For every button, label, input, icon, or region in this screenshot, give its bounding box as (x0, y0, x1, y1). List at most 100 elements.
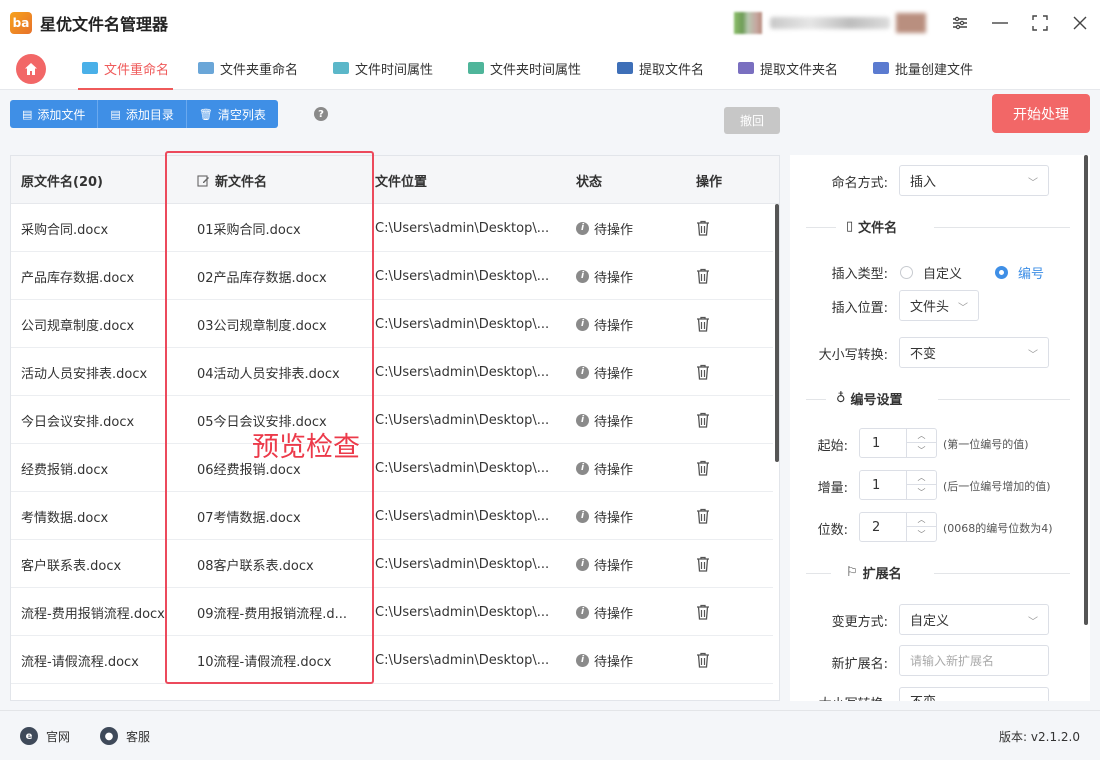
version-text: 版本: v2.1.2.0 (999, 730, 1080, 744)
tab-batch-create[interactable]: 批量创建文件 (873, 46, 973, 90)
step-stepper[interactable]: 1 ︿ ﹀ (859, 470, 937, 500)
delete-icon[interactable] (696, 636, 726, 684)
increment-icon[interactable]: ︿ (907, 513, 936, 527)
delete-icon[interactable] (696, 204, 726, 252)
new-extension-input[interactable]: 请输入新扩展名 (899, 645, 1049, 676)
table-row[interactable]: 公司规章制度.docx 03公司规章制度.docx C:\Users\admin\D… (11, 300, 773, 348)
delete-icon[interactable] (696, 396, 726, 444)
ext-change-mode-select[interactable]: 自定义 ﹀ (899, 604, 1049, 635)
clear-list-button[interactable]: 🗑 清空列表 (186, 100, 278, 128)
start-label: 起始: (817, 439, 848, 454)
ext-case-conversion-select[interactable]: 不变 (899, 687, 1049, 701)
file-time-icon (333, 62, 349, 74)
tab-bar: 文件重命名 文件夹重命名 文件时间属性 文件夹时间属性 提取文件名 提取文件夹名… (0, 46, 1100, 90)
location-text: C:\Users\admin\Desktop\... (375, 220, 550, 236)
user-name-blurred[interactable] (770, 17, 890, 29)
location-cell: C:\Users\admin\Desktop\... (375, 588, 555, 636)
start-stepper[interactable]: 1 ︿ ﹀ (859, 428, 937, 458)
delete-icon[interactable] (696, 492, 726, 540)
decrement-icon[interactable]: ﹀ (907, 443, 936, 457)
radio-numbering[interactable]: 编号 (995, 263, 1044, 282)
table-row-partial[interactable] (11, 684, 773, 700)
digits-stepper[interactable]: 2 ︿ ﹀ (859, 512, 937, 542)
tab-extract-foldername[interactable]: 提取文件夹名 (738, 46, 838, 90)
table-scrollbar[interactable] (775, 204, 779, 462)
extension-section-title: 扩展名 (862, 567, 902, 582)
insert-position-select[interactable]: 文件头 ﹀ (899, 290, 979, 321)
home-button[interactable] (16, 54, 46, 84)
panel-scrollbar[interactable] (1084, 155, 1088, 625)
table-row[interactable]: 今日会议安排.docx 05今日会议安排.docx C:\Users\admin\D… (11, 396, 773, 444)
case-conversion-select[interactable]: 不变 ﹀ (899, 337, 1049, 368)
increment-icon[interactable]: ︿ (907, 471, 936, 485)
location-text: C:\Users\admin\Desktop\... (375, 460, 550, 476)
table-row[interactable]: 活动人员安排表.docx 04活动人员安排表.docx C:\Users\admin… (11, 348, 773, 396)
header-new-name[interactable]: 新文件名 (197, 156, 267, 204)
tab-folder-rename[interactable]: 文件夹重命名 (198, 46, 298, 90)
new-extension-label: 新扩展名: (831, 657, 888, 672)
status-text: 待操作 (594, 414, 634, 430)
table-row[interactable]: 采购合同.docx 01采购合同.docx C:\Users\admin\Deskt… (11, 204, 773, 252)
delete-icon[interactable] (696, 444, 726, 492)
original-name-cell: 采购合同.docx (21, 222, 109, 238)
table-row[interactable]: 产品库存数据.docx 02产品库存数据.docx C:\Users\admin\D… (11, 252, 773, 300)
table-row[interactable]: 流程-费用报销流程.docx 09流程-费用报销流程.d... C:\Users\a… (11, 588, 773, 636)
medal-icon: ♁ (836, 391, 846, 406)
tab-label: 提取文件名 (639, 62, 705, 78)
minimize-icon[interactable] (980, 0, 1020, 46)
delete-icon[interactable] (696, 588, 726, 636)
add-directory-button[interactable]: ▤ 添加目录 (98, 100, 187, 128)
delete-icon[interactable] (696, 540, 726, 588)
table-row[interactable]: 经费报销.docx 06经费报销.docx C:\Users\admin\Deskt… (11, 444, 773, 492)
decrement-icon[interactable]: ﹀ (907, 485, 936, 499)
user-avatar[interactable] (734, 12, 762, 34)
naming-mode-select[interactable]: 插入 ﹀ (899, 165, 1049, 196)
add-file-button[interactable]: ▤ 添加文件 (10, 100, 99, 128)
original-name-cell: 流程-费用报销流程.docx (21, 606, 165, 622)
delete-icon[interactable] (696, 692, 726, 700)
header-location[interactable]: 文件位置 (375, 156, 427, 204)
location-text: C:\Users\admin\Desktop\... (375, 508, 550, 524)
new-name-text: 02产品库存数据.docx (197, 270, 327, 286)
chevron-down-icon: ﹀ (1028, 178, 1038, 189)
chevron-down-icon: ﹀ (1028, 350, 1038, 361)
settings-panel: 命名方式: 插入 ﹀ ▯ 文件名 插入类型: 自定义 编号 插入位置: 文件头 ﹀… (790, 155, 1090, 701)
decrement-icon[interactable]: ﹀ (907, 527, 936, 541)
numbering-section-title: 编号设置 (850, 393, 903, 408)
app-logo-icon: ba (10, 12, 32, 34)
delete-icon[interactable] (696, 348, 726, 396)
status-cell: i 待操作 (576, 396, 676, 444)
table-row[interactable]: 流程-请假流程.docx 10流程-请假流程.docx C:\Users\admin… (11, 636, 773, 684)
start-processing-button[interactable]: 开始处理 (992, 94, 1090, 133)
tab-file-time[interactable]: 文件时间属性 (333, 46, 433, 90)
increment-icon[interactable]: ︿ (907, 429, 936, 443)
delete-icon[interactable] (696, 252, 726, 300)
new-name-text: 01采购合同.docx (197, 222, 301, 238)
info-icon: i (576, 605, 589, 619)
support-link[interactable]: ● 客服 (100, 727, 150, 745)
add-file-label: 添加文件 (37, 107, 86, 122)
header-status[interactable]: 状态 (576, 156, 602, 204)
close-icon[interactable] (1060, 0, 1100, 46)
tab-file-rename[interactable]: 文件重命名 (78, 46, 174, 90)
header-original-name[interactable]: 原文件名(20) (21, 156, 103, 204)
settings-icon[interactable] (940, 0, 980, 46)
step-value: 1 (872, 478, 881, 493)
table-row[interactable]: 考情数据.docx 07考情数据.docx C:\Users\admin\Deskt… (11, 492, 773, 540)
clear-list-label: 清空列表 (217, 107, 266, 122)
chevron-down-icon: ﹀ (958, 303, 968, 314)
website-link[interactable]: e 官网 (20, 727, 70, 745)
radio-custom[interactable]: 自定义 (900, 263, 962, 282)
info-icon: i (576, 557, 589, 571)
location-cell: C:\Users\admin\Desktop\... (375, 636, 555, 684)
location-text: C:\Users\admin\Desktop\... (375, 364, 550, 380)
tab-folder-time[interactable]: 文件夹时间属性 (468, 46, 581, 90)
table-row[interactable]: 客户联系表.docx 08客户联系表.docx C:\Users\admin\Des… (11, 540, 773, 588)
extract-filename-icon (617, 62, 633, 74)
undo-button[interactable]: 撤回 (724, 107, 780, 134)
maximize-icon[interactable] (1020, 0, 1060, 46)
tab-extract-filename[interactable]: 提取文件名 (617, 46, 704, 90)
delete-icon[interactable] (696, 300, 726, 348)
help-icon[interactable]: ? (314, 107, 328, 121)
table-header: 原文件名(20) 新文件名 文件位置 状态 操作 (11, 156, 779, 204)
